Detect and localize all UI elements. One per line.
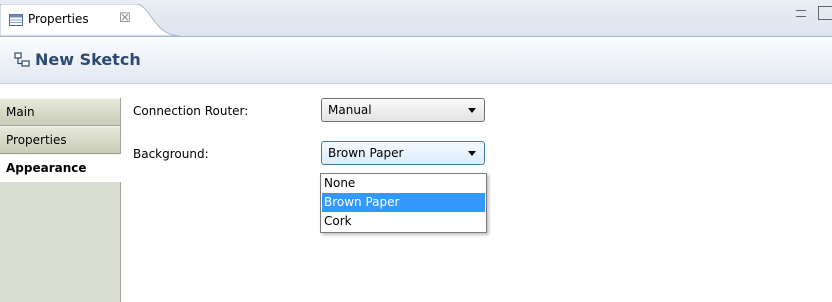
dropdown-option-cork[interactable]: Cork [322, 212, 485, 231]
page-title: New Sketch [35, 50, 141, 69]
connection-router-label: Connection Router: [133, 104, 249, 118]
view-tab-strip: Properties ☒ [0, 0, 832, 37]
side-tab-main[interactable]: Main [0, 98, 120, 126]
side-tab-label: Properties [6, 133, 67, 147]
background-select[interactable]: Brown Paper [321, 141, 485, 165]
connection-router-select[interactable]: Manual [321, 98, 485, 122]
connection-router-value: Manual [328, 103, 372, 117]
close-icon[interactable]: ☒ [119, 11, 131, 26]
form-header: New Sketch [0, 37, 832, 84]
maximize-icon[interactable] [818, 6, 832, 20]
chevron-down-icon [468, 108, 476, 113]
background-label: Background: [133, 147, 209, 161]
chevron-down-icon [468, 151, 476, 156]
side-tab-label: Main [6, 105, 35, 119]
view-tab-label: Properties [28, 12, 89, 26]
minimize-icon[interactable] [796, 10, 806, 17]
properties-view-tab[interactable]: Properties ☒ [0, 4, 186, 37]
dropdown-option-brown-paper[interactable]: Brown Paper [322, 193, 485, 212]
side-tab-label: Appearance [6, 161, 87, 175]
properties-table-icon [9, 14, 23, 26]
dropdown-option-none[interactable]: None [322, 174, 485, 193]
side-tab-properties[interactable]: Properties [0, 126, 120, 154]
properties-tab-list: Main Properties Appearance [0, 98, 121, 302]
background-dropdown-list: None Brown Paper Cork [320, 173, 487, 233]
background-value: Brown Paper [328, 146, 404, 160]
side-tab-appearance[interactable]: Appearance [0, 154, 121, 182]
sketch-icon [14, 52, 30, 67]
